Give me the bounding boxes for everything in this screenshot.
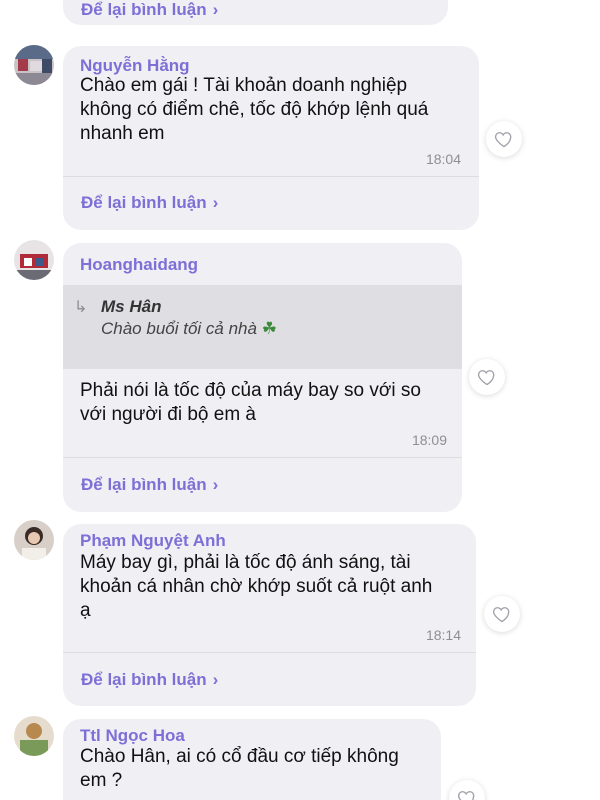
avatar[interactable]	[14, 520, 54, 560]
comment-text-line: Máy bay gì, phải là tốc độ ánh sáng, tài	[80, 552, 411, 573]
chevron-right-icon: ›	[212, 475, 219, 494]
comment-text-line: khoản cá nhân chờ khớp suốt cả ruột anh	[80, 576, 433, 597]
comment-text-line: Phải nói là tốc độ của máy bay so với so	[80, 380, 421, 401]
comment-bubble: Nguyễn Hằng Chào em gái ! Tài khoản doan…	[63, 46, 479, 230]
comment-text-line: em ?	[80, 770, 123, 791]
comment-bubble: Để lại bình luận ›	[63, 0, 448, 25]
quote-text-content: Chào buổi tối cả nhà	[101, 319, 257, 338]
leave-comment-link[interactable]: Để lại bình luận ›	[81, 193, 218, 213]
comment-author[interactable]: Hoanghaidang	[80, 255, 198, 275]
leave-comment-link[interactable]: Để lại bình luận ›	[81, 475, 218, 495]
comment-timestamp: 18:04	[425, 151, 461, 167]
quoted-message[interactable]: ↳ Ms Hân Chào buổi tối cả nhà ☘	[63, 285, 462, 369]
avatar[interactable]	[14, 716, 54, 756]
comment-timestamp: 18:14	[425, 627, 461, 643]
quote-author: Ms Hân	[101, 297, 162, 316]
heart-outline-icon	[494, 132, 512, 148]
comment-author[interactable]: Phạm Nguyệt Anh	[80, 531, 226, 551]
like-button[interactable]	[449, 780, 485, 800]
heart-outline-icon	[492, 607, 510, 623]
like-button[interactable]	[484, 596, 520, 632]
comment-text-line: không có điểm chê, tốc độ khớp lệnh quá	[80, 99, 429, 120]
reply-arrow-icon: ↳	[74, 299, 88, 316]
heart-outline-icon	[457, 791, 475, 800]
comment-bubble: Phạm Nguyệt Anh Máy bay gì, phải là tốc …	[63, 524, 476, 706]
comment-timestamp: 18:09	[411, 432, 447, 448]
chevron-right-icon: ›	[212, 193, 219, 212]
like-button[interactable]	[486, 121, 522, 157]
clover-emoji: ☘	[261, 319, 277, 338]
comment-bubble: Hoanghaidang ↳ Ms Hân Chào buổi tối cả n…	[63, 243, 462, 512]
quote-text: Chào buổi tối cả nhà ☘	[101, 319, 277, 339]
comment-author[interactable]: Ttl Ngọc Hoa	[80, 726, 185, 746]
leave-comment-label: Để lại bình luận	[81, 193, 207, 212]
leave-comment-label: Để lại bình luận	[81, 475, 207, 494]
leave-comment-label: Để lại bình luận	[81, 0, 207, 19]
avatar[interactable]	[14, 45, 54, 85]
leave-comment-link[interactable]: Để lại bình luận ›	[81, 670, 218, 690]
comment-text-line: ạ	[80, 600, 91, 621]
chevron-right-icon: ›	[212, 670, 219, 689]
leave-comment-label: Để lại bình luận	[81, 670, 207, 689]
comment-bubble: Ttl Ngọc Hoa Chào Hân, ai có cổ đầu cơ t…	[63, 719, 441, 800]
comment-text-line: với người đi bộ em à	[80, 404, 256, 425]
avatar[interactable]	[14, 240, 54, 280]
comment-text-line: nhanh em	[80, 123, 165, 144]
divider	[63, 457, 462, 458]
like-button[interactable]	[469, 359, 505, 395]
comment-author[interactable]: Nguyễn Hằng	[80, 56, 190, 76]
comment-text-line: Chào Hân, ai có cổ đầu cơ tiếp không	[80, 746, 399, 767]
heart-outline-icon	[477, 370, 495, 386]
divider	[63, 176, 479, 177]
leave-comment-link[interactable]: Để lại bình luận ›	[81, 0, 218, 20]
comment-text-line: Chào em gái ! Tài khoản doanh nghiệp	[80, 75, 408, 96]
divider	[63, 652, 476, 653]
chevron-right-icon: ›	[212, 0, 219, 19]
